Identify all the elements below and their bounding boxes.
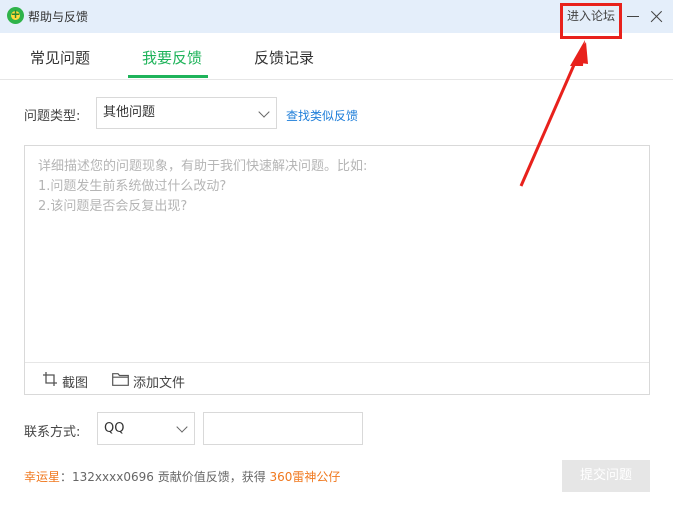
active-tab-indicator bbox=[128, 75, 208, 78]
tab-faq[interactable]: 常见问题 bbox=[30, 47, 90, 68]
placeholder-line: 2.该问题是否会反复出现? bbox=[38, 199, 188, 214]
add-file-button[interactable]: 添加文件 bbox=[133, 372, 185, 391]
title-bar: 帮助与反馈 进入论坛 bbox=[0, 0, 673, 39]
contact-type-select[interactable]: QQ bbox=[97, 412, 195, 445]
submit-button[interactable]: 提交问题 bbox=[562, 460, 650, 492]
problem-type-value: 其他问题 bbox=[103, 105, 156, 120]
folder-icon[interactable] bbox=[112, 373, 129, 386]
enter-forum-label: 进入论坛 bbox=[566, 9, 615, 23]
contact-label: 联系方式: bbox=[24, 425, 81, 440]
tab-feedback-history[interactable]: 反馈记录 bbox=[254, 47, 314, 68]
placeholder-line: 1.问题发生前系统做过什么改动? bbox=[38, 179, 227, 194]
placeholder-line: 详细描述您的问题现象，有助于我们快速解决问题。比如: bbox=[38, 159, 368, 174]
description-textarea[interactable]: 详细描述您的问题现象，有助于我们快速解决问题。比如: 1.问题发生前系统做过什么… bbox=[24, 145, 650, 395]
app-logo-icon bbox=[7, 6, 24, 24]
screenshot-button[interactable]: 截图 bbox=[62, 372, 88, 391]
problem-type-label: 问题类型: bbox=[24, 109, 81, 124]
tab-feedback[interactable]: 我要反馈 bbox=[142, 47, 202, 68]
close-icon[interactable] bbox=[649, 9, 663, 23]
lucky-separator: ： bbox=[60, 470, 73, 484]
contact-input[interactable] bbox=[203, 412, 363, 445]
lucky-star-notice: 幸运星：132xxxx0696 贡献价值反馈，获得 360雷神公仔 bbox=[24, 468, 340, 485]
problem-type-select[interactable]: 其他问题 bbox=[96, 97, 277, 129]
attachment-toolbar: 截图 添加文件 bbox=[25, 362, 649, 395]
window-title: 帮助与反馈 bbox=[28, 10, 89, 24]
contact-type-value: QQ bbox=[104, 421, 125, 436]
find-similar-link[interactable]: 查找类似反馈 bbox=[286, 107, 358, 124]
chevron-down-icon bbox=[176, 421, 188, 433]
tab-bar: 常见问题 我要反馈 反馈记录 bbox=[0, 33, 673, 80]
description-placeholder: 详细描述您的问题现象，有助于我们快速解决问题。比如: 1.问题发生前系统做过什么… bbox=[38, 157, 367, 217]
minimize-icon[interactable] bbox=[626, 9, 640, 23]
lucky-text: 132xxxx0696 贡献价值反馈，获得 bbox=[72, 470, 266, 484]
lucky-star-label: 幸运星 bbox=[24, 470, 61, 484]
crop-icon[interactable] bbox=[43, 372, 57, 386]
prize-link[interactable]: 360雷神公仔 bbox=[270, 470, 341, 484]
chevron-down-icon bbox=[258, 106, 270, 118]
